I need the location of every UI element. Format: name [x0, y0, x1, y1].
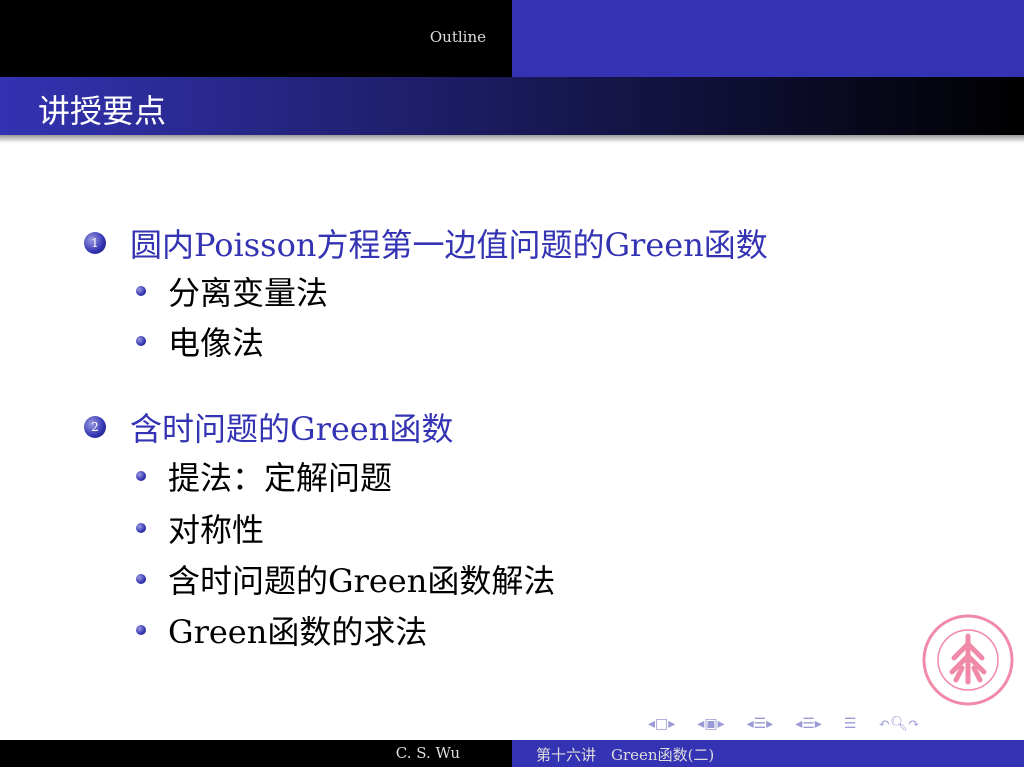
toc-icon[interactable]: ☰: [844, 716, 857, 732]
university-seal-logo: [922, 614, 1014, 706]
subsection-nav-icon[interactable]: ◂▣▸: [697, 716, 724, 732]
footer-title: 第十六讲 Green函数(二): [512, 740, 1024, 767]
bullet-icon: [136, 336, 146, 346]
sub-item: 提法：定解问题: [136, 453, 392, 499]
item-label: 圆内Poisson方程第一边值问题的Green函数: [130, 226, 768, 264]
header-bar: Outline: [0, 0, 1024, 77]
subsection-nav-icon[interactable]: ◂☰▸: [795, 716, 822, 732]
sub-item-label: 电像法: [168, 324, 265, 362]
sub-item: 分离变量法: [136, 268, 328, 314]
sub-item-label: 对称性: [168, 511, 265, 549]
search-icon[interactable]: ↶🔍︎↷: [878, 716, 919, 732]
section-nav-outline[interactable]: Outline: [0, 0, 512, 77]
bullet-icon: [136, 286, 146, 296]
bullet-icon: [136, 523, 146, 533]
list-item: 1 圆内Poisson方程第一边值问题的Green函数: [84, 220, 768, 266]
sub-item-label: Green函数的求法: [168, 613, 428, 651]
sub-item: 对称性: [136, 505, 264, 551]
footer-author: C. S. Wu: [0, 740, 512, 767]
number-badge: 1: [84, 232, 106, 254]
sub-item-label: 含时问题的Green函数解法: [168, 562, 556, 600]
bullet-icon: [136, 574, 146, 584]
footer-bar: C. S. Wu 第十六讲 Green函数(二): [0, 740, 1024, 767]
sub-item-label: 提法：定解问题: [168, 459, 393, 497]
bullet-icon: [136, 471, 146, 481]
header-right: [512, 0, 1024, 77]
title-shadow: [0, 135, 1024, 143]
bullet-icon: [136, 625, 146, 635]
section-nav-icon[interactable]: ◂☰▸: [747, 716, 774, 732]
list-item: 2 含时问题的Green函数: [84, 404, 453, 450]
frame-nav-icon[interactable]: ◂□▸: [648, 716, 675, 732]
sub-item: 电像法: [136, 318, 264, 364]
item-label: 含时问题的Green函数: [130, 410, 454, 448]
frame-title: 讲授要点: [0, 77, 1024, 135]
sub-item-label: 分离变量法: [168, 274, 329, 312]
sub-item: Green函数的求法: [136, 607, 427, 653]
beamer-navigation: ◂□▸ ◂▣▸ ◂☰▸ ◂☰▸ ☰ ↶🔍︎↷: [648, 716, 920, 732]
sub-item: 含时问题的Green函数解法: [136, 556, 555, 602]
number-badge: 2: [84, 416, 106, 438]
